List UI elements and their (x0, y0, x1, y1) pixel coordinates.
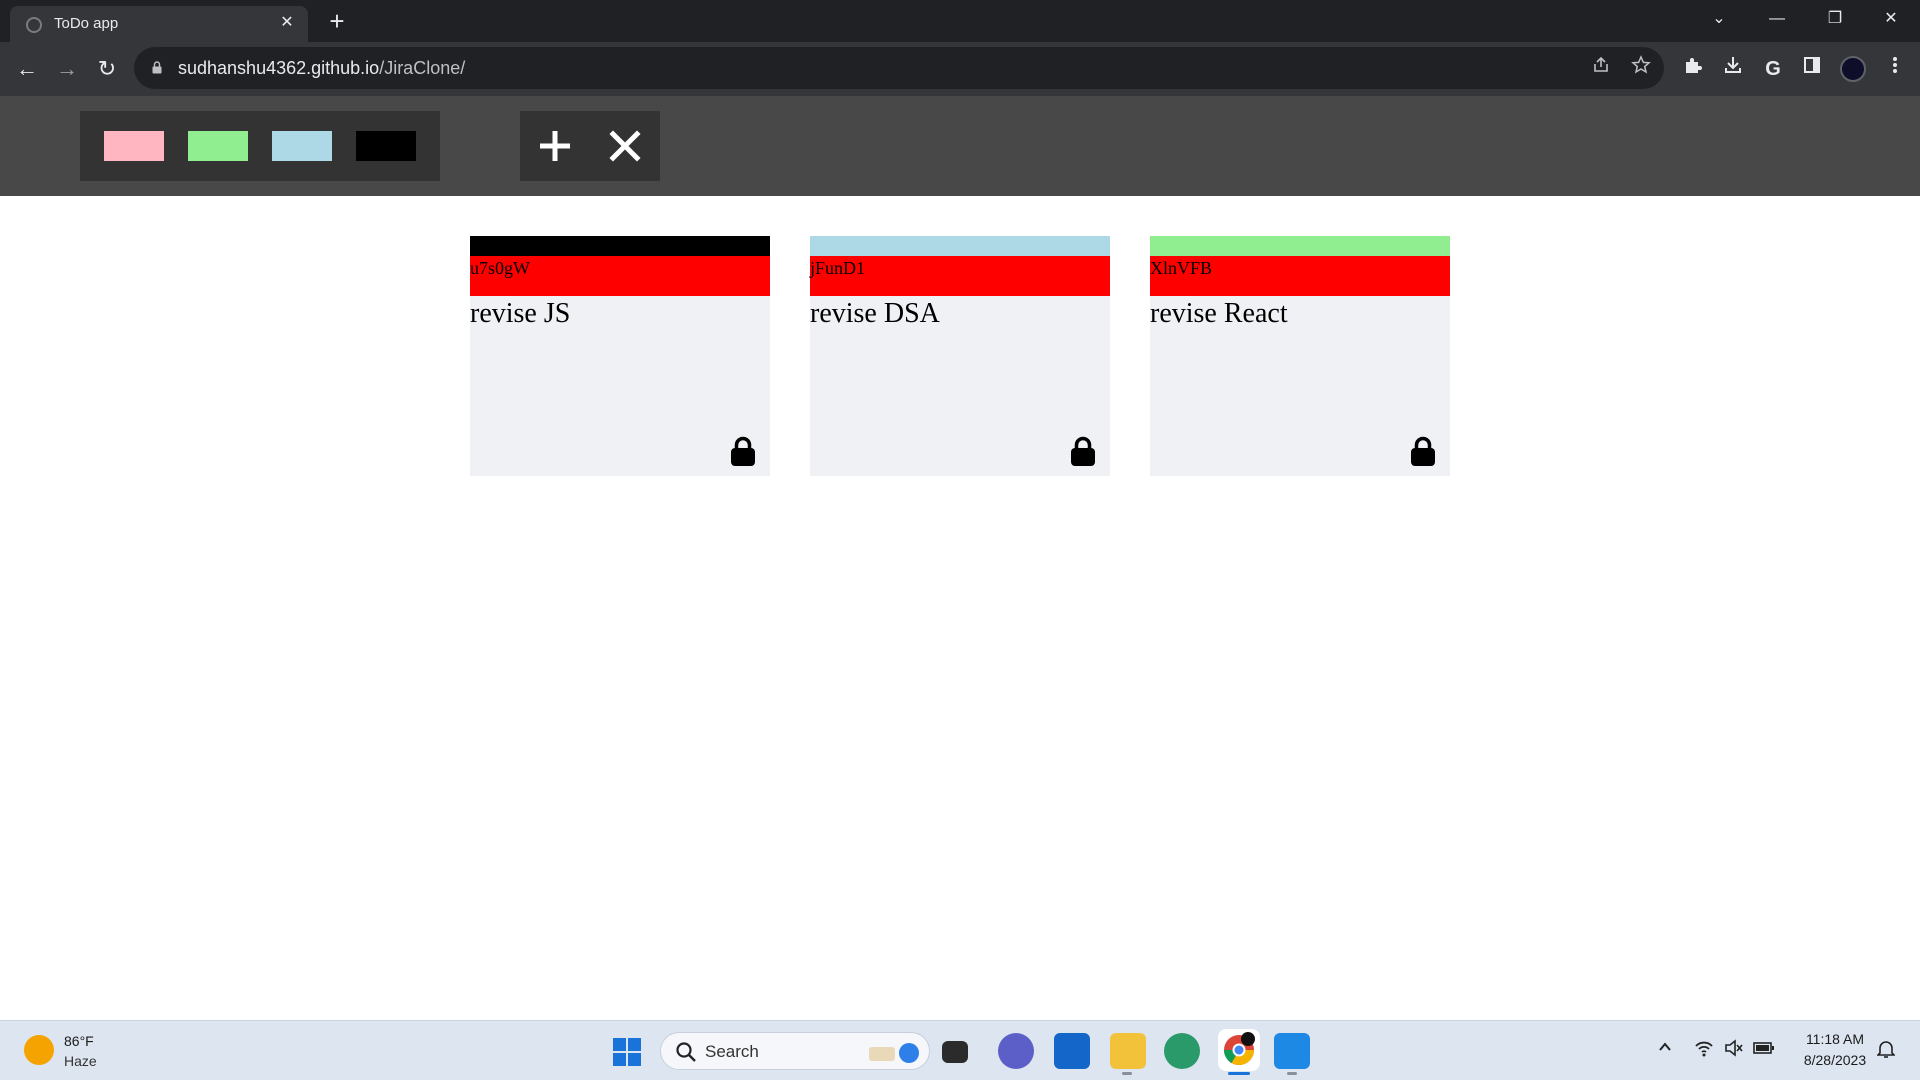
windows-taskbar: 86°F Haze Search 11:18 AM 8/28/2023 (0, 1020, 1920, 1080)
remove-ticket-x-icon[interactable] (602, 123, 648, 169)
address-bar[interactable]: sudhanshu4362.github.io/JiraClone/ (134, 47, 1664, 89)
lock-icon[interactable] (152, 61, 162, 74)
wifi-icon[interactable] (1692, 1039, 1716, 1063)
ticket-card: XlnVFB revise React (1150, 236, 1450, 476)
lock-icon[interactable] (1068, 436, 1098, 466)
file-explorer-icon[interactable] (1110, 1033, 1146, 1069)
kebab-menu-icon[interactable] (1880, 54, 1910, 84)
chrome-active-tile[interactable] (1218, 1029, 1260, 1071)
lock-icon[interactable] (728, 436, 758, 466)
side-panel-icon[interactable] (1797, 54, 1827, 84)
taskbar-search[interactable]: Search (660, 1032, 930, 1070)
ticket-color-bar[interactable] (470, 236, 770, 256)
restore-button[interactable]: ❐ (1806, 0, 1864, 38)
weather-sun-icon[interactable] (24, 1035, 54, 1065)
browser-toolbar: ← → ↻ sudhanshu4362.github.io/JiraClone/… (0, 42, 1920, 96)
minimize-button[interactable]: — (1748, 0, 1806, 38)
ticket-color-bar[interactable] (1150, 236, 1450, 256)
chrome-icon (1224, 1032, 1255, 1066)
running-indicator (1287, 1072, 1297, 1075)
forward-button[interactable]: → (51, 53, 83, 85)
add-ticket-plus-icon[interactable] (532, 123, 578, 169)
running-indicator (1122, 1072, 1132, 1075)
active-indicator (1228, 1072, 1250, 1075)
ticket-id: jFunD1 (810, 256, 1110, 296)
tab-search-button[interactable]: ⌄ (1690, 0, 1748, 38)
google-extension-icon[interactable]: G (1758, 54, 1788, 84)
url-host: sudhanshu4362.github.io (178, 58, 380, 78)
color-filter-lightblue[interactable] (272, 131, 332, 161)
reload-button[interactable]: ↻ (91, 53, 123, 85)
share-icon[interactable] (1588, 55, 1614, 81)
ticket-card: u7s0gW revise JS (470, 236, 770, 476)
color-filter-black[interactable] (356, 131, 416, 161)
app-toolbar (0, 96, 1920, 196)
back-button[interactable]: ← (11, 53, 43, 85)
search-label: Search (705, 1042, 759, 1061)
search-highlight-icon (869, 1043, 919, 1063)
clock-time[interactable]: 11:18 AM (1790, 1031, 1880, 1047)
lock-icon[interactable] (1408, 436, 1438, 466)
edge-browser-icon[interactable] (1164, 1033, 1200, 1069)
clock-date[interactable]: 8/28/2023 (1790, 1052, 1880, 1068)
ticket-card: jFunD1 revise DSA (810, 236, 1110, 476)
browser-titlebar: ToDo app ✕ + ⌄ — ❐ ✕ (0, 0, 1920, 42)
color-filter-lightgreen[interactable] (188, 131, 248, 161)
task-view-icon[interactable] (942, 1041, 968, 1063)
tab-close-button[interactable]: ✕ (276, 12, 298, 34)
search-icon (676, 1042, 696, 1062)
tab-title: ToDo app (54, 15, 119, 32)
new-tab-button[interactable]: + (322, 7, 352, 35)
bookmark-star-icon[interactable] (1628, 55, 1654, 81)
battery-icon[interactable] (1752, 1039, 1776, 1063)
action-buttons (520, 111, 660, 181)
vscode-icon[interactable] (1274, 1033, 1310, 1069)
download-icon[interactable] (1718, 54, 1748, 84)
weather-temperature[interactable]: 86°F (64, 1033, 94, 1049)
speaker-muted-icon[interactable] (1722, 1039, 1746, 1063)
ticket-task[interactable]: revise DSA (810, 296, 940, 330)
teams-chat-icon[interactable] (998, 1033, 1034, 1069)
ticket-task[interactable]: revise React (1150, 296, 1288, 330)
color-filter-pink[interactable] (104, 131, 164, 161)
url-text[interactable]: sudhanshu4362.github.io/JiraClone/ (178, 58, 465, 79)
browser-tab[interactable]: ToDo app ✕ (10, 6, 308, 42)
close-window-button[interactable]: ✕ (1862, 0, 1920, 38)
url-path: /JiraClone/ (379, 58, 466, 78)
color-filter-palette (80, 111, 440, 181)
weather-description[interactable]: Haze (64, 1053, 97, 1069)
chevron-up-icon[interactable] (1653, 1039, 1677, 1063)
globe-icon (26, 17, 42, 33)
notification-bell-icon[interactable] (1874, 1039, 1898, 1063)
ticket-color-bar[interactable] (810, 236, 1110, 256)
extensions-puzzle-icon[interactable] (1678, 54, 1708, 84)
windows-start-icon[interactable] (612, 1037, 642, 1067)
ticket-task[interactable]: revise JS (470, 296, 570, 330)
ticket-id: u7s0gW (470, 256, 770, 296)
profile-avatar[interactable] (1840, 56, 1866, 82)
mail-icon[interactable] (1054, 1033, 1090, 1069)
ticket-id: XlnVFB (1150, 256, 1450, 296)
